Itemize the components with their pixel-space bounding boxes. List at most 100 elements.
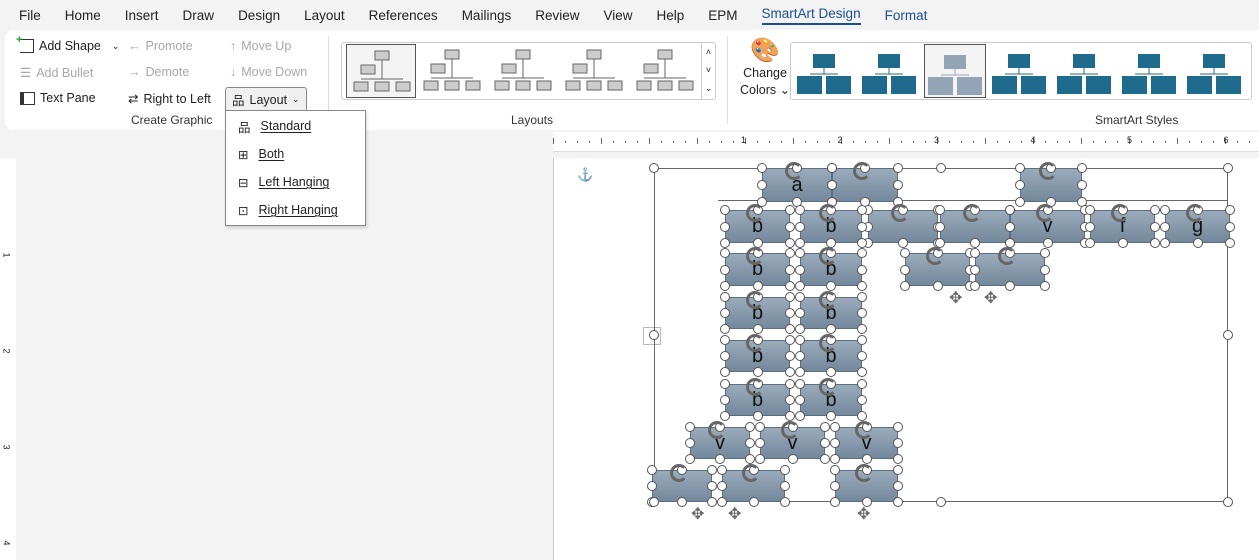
resize-handle[interactable]	[1225, 221, 1235, 232]
resize-handle[interactable]	[857, 367, 867, 377]
resize-handle[interactable]	[720, 379, 730, 389]
resize-handle[interactable]	[857, 248, 867, 258]
resize-handle[interactable]	[717, 465, 727, 475]
rotate-handle-icon[interactable]	[1110, 204, 1129, 222]
resize-handle[interactable]	[795, 335, 805, 345]
frame-resize-handle[interactable]	[649, 163, 659, 173]
rotate-handle-icon[interactable]	[925, 247, 944, 265]
resize-handle[interactable]	[826, 411, 836, 421]
tab-draw[interactable]: Draw	[183, 8, 215, 23]
rotate-handle-icon[interactable]	[1035, 204, 1054, 222]
resize-handle[interactable]	[795, 281, 805, 291]
resize-handle[interactable]	[857, 379, 867, 389]
resize-handle[interactable]	[795, 379, 805, 389]
resize-handle[interactable]	[780, 465, 790, 475]
resize-handle[interactable]	[720, 308, 730, 318]
resize-handle[interactable]	[970, 281, 980, 291]
resize-handle[interactable]	[1040, 248, 1050, 258]
resize-handle[interactable]	[1160, 221, 1170, 232]
resize-handle[interactable]	[830, 481, 840, 491]
resize-handle[interactable]	[745, 454, 755, 464]
resize-handle[interactable]	[795, 248, 805, 258]
resize-handle[interactable]	[857, 221, 867, 232]
tab-file[interactable]: File	[19, 8, 41, 23]
resize-handle[interactable]	[795, 221, 805, 232]
resize-handle[interactable]	[795, 411, 805, 421]
resize-handle[interactable]	[857, 335, 867, 345]
rotate-handle-icon[interactable]	[745, 334, 764, 352]
layout-option[interactable]	[630, 44, 700, 98]
resize-handle[interactable]	[893, 180, 903, 190]
resize-handle[interactable]	[830, 497, 840, 507]
rotate-handle-icon[interactable]	[745, 247, 764, 265]
move-icon[interactable]: ✥	[691, 504, 704, 524]
rotate-handle-icon[interactable]	[708, 421, 726, 439]
rotate-handle-icon[interactable]	[745, 204, 764, 222]
add-shape-button[interactable]: + Add Shape ⌄	[16, 34, 119, 53]
resize-handle[interactable]	[820, 422, 830, 432]
resize-handle[interactable]	[1085, 238, 1095, 248]
rotate-handle-icon[interactable]	[780, 421, 799, 439]
resize-handle[interactable]	[1015, 163, 1025, 173]
smartart-style-option[interactable]	[924, 44, 986, 98]
resize-handle[interactable]	[1015, 180, 1025, 190]
tab-mailings[interactable]: Mailings	[462, 8, 512, 23]
resize-handle[interactable]	[861, 497, 872, 507]
resize-handle[interactable]	[785, 324, 795, 334]
rotate-handle-icon[interactable]	[670, 464, 688, 482]
smartart-style-option[interactable]	[1054, 44, 1116, 98]
resize-handle[interactable]	[857, 351, 867, 361]
move-icon[interactable]: ✥	[949, 288, 962, 308]
resize-handle[interactable]	[707, 481, 717, 491]
tab-view[interactable]: View	[603, 8, 632, 23]
resize-handle[interactable]	[1085, 205, 1095, 215]
tab-references[interactable]: References	[369, 8, 438, 23]
rotate-handle-icon[interactable]	[785, 162, 803, 180]
resize-handle[interactable]	[1160, 205, 1170, 215]
horizontal-ruler[interactable]: 1 2 3 4 5 6	[553, 132, 1259, 152]
resize-handle[interactable]	[720, 238, 730, 248]
resize-handle[interactable]	[755, 454, 765, 464]
resize-handle[interactable]	[795, 205, 805, 215]
demote-button[interactable]: → Demote	[128, 65, 189, 79]
resize-handle[interactable]	[857, 292, 867, 302]
resize-handle[interactable]	[720, 411, 730, 421]
resize-handle[interactable]	[1160, 238, 1170, 248]
resize-handle[interactable]	[677, 497, 687, 507]
resize-handle[interactable]	[827, 180, 837, 190]
resize-handle[interactable]	[685, 438, 695, 448]
resize-handle[interactable]	[752, 367, 763, 377]
tab-format[interactable]: Format	[885, 8, 928, 23]
resize-handle[interactable]	[830, 465, 840, 475]
resize-handle[interactable]	[707, 465, 717, 475]
resize-handle[interactable]	[857, 308, 867, 318]
resize-handle[interactable]	[970, 248, 980, 258]
resize-handle[interactable]	[1077, 180, 1087, 190]
resize-handle[interactable]	[720, 292, 730, 302]
resize-handle[interactable]	[893, 497, 903, 507]
resize-handle[interactable]	[893, 422, 903, 432]
resize-handle[interactable]	[717, 497, 727, 507]
resize-handle[interactable]	[1040, 264, 1050, 275]
resize-handle[interactable]	[785, 292, 795, 302]
resize-handle[interactable]	[785, 308, 795, 318]
rotate-handle-icon[interactable]	[854, 421, 873, 439]
resize-handle[interactable]	[970, 238, 980, 248]
right-to-left-button[interactable]: ⇄ Right to Left	[128, 91, 211, 107]
resize-handle[interactable]	[717, 481, 727, 491]
resize-handle[interactable]	[795, 324, 805, 334]
promote-button[interactable]: ← Promote	[128, 39, 193, 53]
resize-handle[interactable]	[1085, 221, 1095, 232]
frame-resize-handle[interactable]	[1223, 330, 1233, 340]
resize-handle[interactable]	[757, 180, 767, 190]
resize-handle[interactable]	[826, 281, 836, 291]
move-up-button[interactable]: ↑ Move Up	[230, 39, 291, 53]
layout-menu-item-right-hanging[interactable]: ⊡ Right Hanging	[226, 197, 365, 223]
smartart-style-option[interactable]	[859, 44, 921, 98]
resize-handle[interactable]	[898, 238, 908, 248]
resize-handle[interactable]	[857, 411, 867, 421]
move-down-button[interactable]: ↓ Move Down	[230, 65, 307, 79]
resize-handle[interactable]	[893, 465, 903, 475]
rotate-handle-icon[interactable]	[819, 291, 837, 309]
move-icon[interactable]: ✥	[728, 504, 741, 524]
